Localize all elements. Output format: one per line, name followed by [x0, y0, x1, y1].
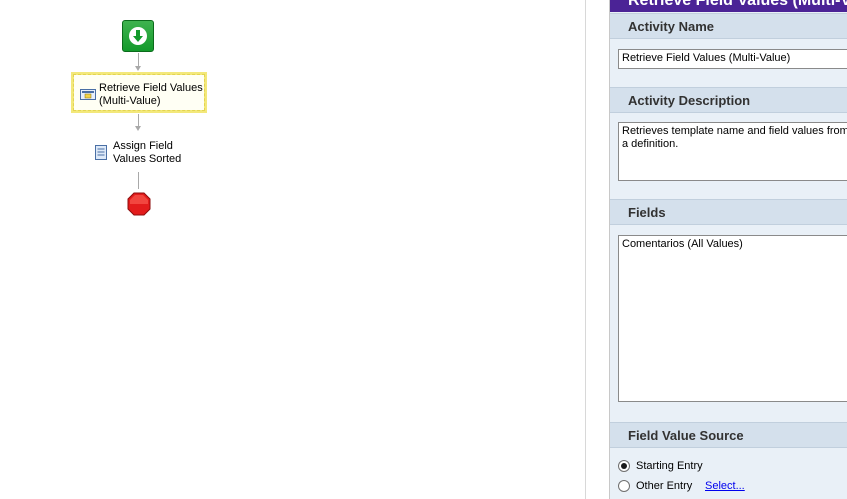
pane-splitter[interactable] [585, 0, 610, 499]
end-node[interactable] [127, 192, 151, 219]
starting-entry-radio[interactable] [618, 460, 630, 472]
activity-name-header: Activity Name [610, 13, 847, 39]
start-node[interactable] [122, 20, 154, 52]
fields-list[interactable]: Comentarios (All Values) [618, 235, 847, 402]
connector-arrowhead [135, 126, 141, 131]
document-icon [95, 145, 107, 160]
retrieve-node-label: Retrieve Field Values (Multi-Value) [99, 82, 203, 107]
connector-start-retrieve [138, 53, 139, 67]
stop-sign-icon [127, 192, 151, 216]
activity-name-input[interactable]: Retrieve Field Values (Multi-Value) [618, 49, 847, 69]
retrieve-field-values-icon [80, 89, 96, 100]
field-value-source-header-label: Field Value Source [628, 428, 744, 443]
activity-description-textarea[interactable]: Retrieves template name and field values… [618, 122, 847, 181]
activity-description-header-label: Activity Description [628, 93, 751, 108]
field-value-source-header: Field Value Source [610, 422, 847, 448]
properties-pane: Retrieve Field Values (Multi-Value) Acti… [610, 0, 847, 499]
assign-node-label: Assign Field Values Sorted [113, 140, 182, 165]
activity-description-header: Activity Description [610, 87, 847, 113]
starting-entry-label[interactable]: Starting Entry [636, 460, 703, 472]
retrieve-field-values-activity[interactable]: Retrieve Field Values (Multi-Value) [71, 72, 207, 113]
arrow-down-icon [133, 30, 143, 42]
properties-title: Retrieve Field Values (Multi-Value) [628, 0, 847, 9]
properties-title-bar: Retrieve Field Values (Multi-Value) [610, 0, 847, 12]
activity-name-header-label: Activity Name [628, 19, 714, 34]
select-entry-link[interactable]: Select... [705, 480, 745, 492]
workflow-canvas[interactable]: Retrieve Field Values (Multi-Value) Assi… [0, 0, 585, 499]
other-entry-radio[interactable] [618, 480, 630, 492]
fields-header-label: Fields [628, 205, 666, 220]
connector-assign-end [138, 172, 139, 189]
connector-arrowhead [135, 66, 141, 71]
fields-header: Fields [610, 199, 847, 225]
assign-field-values-sorted-activity[interactable]: Assign Field Values Sorted [92, 140, 192, 168]
other-entry-label[interactable]: Other Entry [636, 480, 692, 492]
